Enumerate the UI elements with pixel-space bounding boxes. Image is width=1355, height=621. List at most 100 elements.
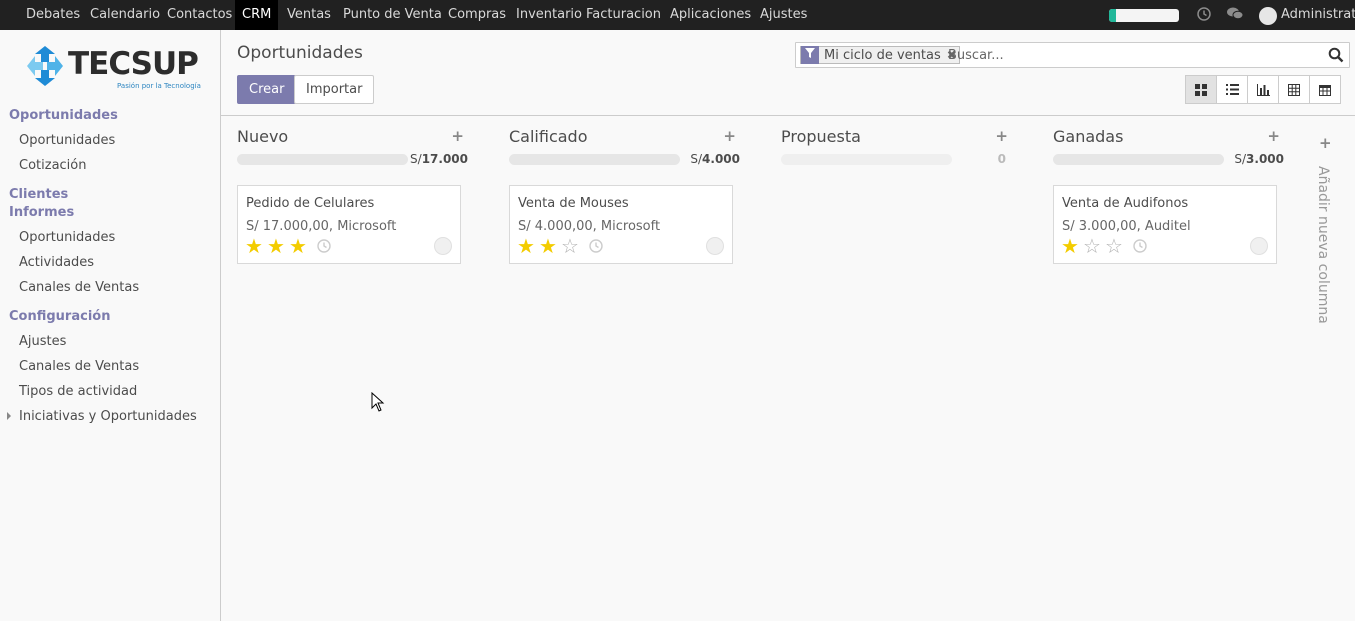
avatar (434, 237, 452, 255)
import-button[interactable]: Importar (294, 75, 375, 104)
star-empty-icon[interactable]: ☆ (1083, 236, 1105, 256)
menu-contactos[interactable]: Contactos (167, 0, 232, 30)
logo-tagline: Pasión por la Tecnología (117, 82, 201, 90)
calendar-icon[interactable] (1309, 75, 1341, 104)
menu-inventario[interactable]: Inventario (516, 0, 582, 30)
column-total: S/17.000 (410, 152, 468, 166)
plus-icon: + (1319, 134, 1332, 152)
plus-icon[interactable]: + (451, 127, 464, 145)
sidebar: TECSUP Pasión por la Tecnología Oportuni… (0, 30, 221, 621)
plus-icon[interactable]: + (723, 127, 736, 145)
column-currency: S/ (690, 152, 703, 166)
column-currency: S/ (1234, 152, 1247, 166)
activity-clock-icon[interactable] (588, 238, 604, 254)
activity-clock-icon[interactable] (1132, 238, 1148, 254)
add-column-label: Añadir nueva columna (1315, 166, 1331, 324)
view-switcher (1185, 75, 1341, 104)
card-name: Pedido de Celulares (246, 196, 375, 211)
facet-label: Mi ciclo de ventas (824, 47, 941, 63)
star-filled-icon[interactable]: ★ (267, 236, 289, 256)
column-title[interactable]: Calificado (509, 127, 588, 146)
sidebar-section-configuracion[interactable]: Configuración (9, 309, 110, 324)
menu-ventas[interactable]: Ventas (287, 0, 331, 30)
mouse-cursor-icon (371, 392, 385, 412)
create-button[interactable]: Crear (237, 75, 297, 104)
priority-stars: ★ ☆ ☆ (1061, 236, 1127, 256)
sidebar-section-informes[interactable]: Informes (9, 205, 74, 220)
column-currency: S/ (410, 152, 422, 166)
menu-punto-de-venta[interactable]: Punto de Venta (343, 0, 442, 30)
card-name: Venta de Audifonos (1062, 196, 1189, 211)
user-name[interactable]: Administrato (1281, 0, 1355, 30)
sidebar-item-ajustes[interactable]: Ajustes (19, 334, 66, 349)
list-icon[interactable] (1216, 75, 1248, 104)
graph-icon[interactable] (1247, 75, 1279, 104)
star-filled-icon[interactable]: ★ (245, 236, 267, 256)
star-filled-icon[interactable]: ★ (289, 236, 311, 256)
caret-right-icon[interactable] (7, 412, 11, 420)
sidebar-item-canales-de-ventas[interactable]: Canales de Ventas (19, 280, 139, 295)
column-total: 0 (998, 152, 1006, 166)
priority-stars: ★ ★ ☆ (517, 236, 583, 256)
star-empty-icon[interactable]: ☆ (561, 236, 583, 256)
search-input[interactable] (948, 46, 1318, 64)
menu-debates[interactable]: Debates (26, 0, 80, 30)
kanban-card[interactable]: Pedido de Celulares S/ 17.000,00, Micros… (237, 185, 461, 264)
column-total: S/4.000 (690, 152, 740, 166)
sidebar-item-iniciativas[interactable]: Iniciativas y Oportunidades (19, 409, 197, 424)
sidebar-item-actividades[interactable]: Actividades (19, 255, 94, 270)
filter-icon (801, 46, 819, 64)
sidebar-item-oportunidades[interactable]: Oportunidades (19, 133, 115, 148)
top-navbar: Debates Calendario Contactos CRM Ventas … (0, 0, 1355, 30)
menu-crm[interactable]: CRM (235, 0, 279, 30)
menu-aplicaciones[interactable]: Aplicaciones (670, 0, 751, 30)
column-total-value: 4.000 (702, 152, 740, 166)
logo-arrows-icon (27, 46, 63, 86)
sidebar-section-oportunidades[interactable]: Oportunidades (9, 108, 118, 123)
plus-icon[interactable]: + (995, 127, 1008, 145)
clock-icon[interactable] (1195, 6, 1213, 24)
column-total-value: 3.000 (1246, 152, 1284, 166)
star-empty-icon[interactable]: ☆ (1105, 236, 1127, 256)
add-column-button[interactable]: + Añadir nueva columna (1310, 116, 1340, 336)
column-progress-bar (509, 154, 680, 165)
star-filled-icon[interactable]: ★ (1061, 236, 1083, 256)
search-icon[interactable] (1328, 47, 1344, 63)
avatar[interactable] (1259, 7, 1277, 25)
column-progress-bar (237, 154, 408, 165)
menu-calendario[interactable]: Calendario (90, 0, 160, 30)
page-title: Oportunidades (237, 43, 363, 63)
kanban-icon[interactable] (1185, 75, 1217, 104)
menu-facturacion[interactable]: Facturacion (586, 0, 661, 30)
kanban-card[interactable]: Venta de Audifonos S/ 3.000,00, Auditel … (1053, 185, 1277, 264)
menu-compras[interactable]: Compras (448, 0, 506, 30)
column-title[interactable]: Nuevo (237, 127, 288, 146)
divider (221, 115, 1355, 116)
card-amount: S/ 17.000,00, Microsoft (246, 219, 397, 234)
avatar (706, 237, 724, 255)
column-progress-bar (781, 154, 952, 165)
star-filled-icon[interactable]: ★ (539, 236, 561, 256)
card-name: Venta de Mouses (518, 196, 629, 211)
sidebar-item-cotizacion[interactable]: Cotización (19, 158, 86, 173)
search-bar: Mi ciclo de ventas ✖ (795, 42, 1350, 68)
kanban-card[interactable]: Venta de Mouses S/ 4.000,00, Microsoft ★… (509, 185, 733, 264)
column-title[interactable]: Propuesta (781, 127, 861, 146)
sidebar-item-config-canales-de-ventas[interactable]: Canales de Ventas (19, 359, 139, 374)
chat-icon[interactable] (1226, 6, 1244, 24)
activity-clock-icon[interactable] (316, 238, 332, 254)
battery-indicator (1109, 9, 1179, 22)
column-progress-bar (1053, 154, 1224, 165)
sidebar-item-informes-oportunidades[interactable]: Oportunidades (19, 230, 115, 245)
sidebar-item-tipos-de-actividad[interactable]: Tipos de actividad (19, 384, 137, 399)
search-facet[interactable]: Mi ciclo de ventas ✖ (800, 46, 960, 64)
column-title[interactable]: Ganadas (1053, 127, 1123, 146)
sidebar-section-clientes[interactable]: Clientes (9, 187, 68, 202)
pivot-icon[interactable] (1278, 75, 1310, 104)
star-filled-icon[interactable]: ★ (517, 236, 539, 256)
menu-ajustes[interactable]: Ajustes (760, 0, 807, 30)
plus-icon[interactable]: + (1267, 127, 1280, 145)
avatar (1250, 237, 1268, 255)
company-logo: TECSUP Pasión por la Tecnología (25, 44, 201, 94)
priority-stars: ★ ★ ★ (245, 236, 311, 256)
